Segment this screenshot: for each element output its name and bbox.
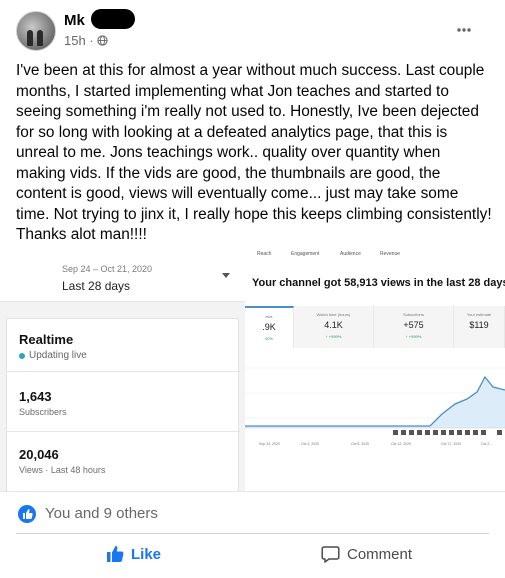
post-time[interactable]: 15h	[64, 33, 86, 48]
metric-subscribers: Subscribers +575 ↑ +999%	[374, 306, 454, 348]
video-marker	[417, 430, 422, 435]
globe-icon	[97, 35, 108, 46]
author-name[interactable]: Mk	[64, 12, 85, 29]
video-marker	[465, 430, 470, 435]
divider	[7, 371, 240, 372]
chart-date-label: Oct 2...	[481, 442, 492, 446]
analytics-right-pane: Reach Engagement Audience Revenue Your c…	[245, 244, 505, 491]
chart-area	[245, 377, 505, 428]
tab-reach: Reach	[257, 251, 272, 257]
video-marker	[481, 430, 486, 435]
realtime-title: Realtime	[19, 332, 74, 347]
video-marker	[409, 430, 414, 435]
divider	[7, 431, 240, 432]
date-selector: Sep 24 – Oct 21, 2020 Last 28 days	[0, 244, 245, 302]
thumbs-up-icon	[107, 546, 124, 562]
video-marker	[433, 430, 438, 435]
analytics-screenshot[interactable]: Sep 24 – Oct 21, 2020 Last 28 days Realt…	[0, 244, 505, 492]
comment-label: Comment	[347, 545, 413, 563]
like-reaction-icon	[18, 505, 36, 523]
live-dot-icon	[19, 353, 25, 359]
views-value: 20,046	[19, 447, 59, 462]
analytics-left-pane: Sep 24 – Oct 21, 2020 Last 28 days Realt…	[0, 244, 245, 491]
redaction-mark	[91, 9, 135, 29]
subscribers-label: Subscribers	[19, 407, 67, 417]
chart-date-label: Oct 12, 2020	[391, 442, 411, 446]
metric-label: Subscribers	[402, 312, 425, 317]
metric-label: ews	[265, 314, 273, 319]
post-text: I've been at this for almost a year with…	[16, 62, 492, 243]
metric-label: Your estimate	[466, 312, 492, 317]
tab-revenue: Revenue	[380, 251, 401, 257]
comment-icon	[321, 546, 340, 563]
more-horizontal-icon[interactable]	[456, 20, 472, 36]
video-marker	[473, 430, 478, 435]
comment-button[interactable]: Comment	[321, 534, 412, 574]
chart-date-label: Sep 24, 2020	[259, 442, 280, 446]
video-marker	[457, 430, 462, 435]
metric-delta: 00%	[264, 336, 273, 341]
caret-down-icon	[222, 273, 230, 278]
chart-date-label: Oct 17, 2020	[441, 442, 461, 446]
reactions-row[interactable]: You and 9 others	[0, 497, 505, 531]
video-marker	[449, 430, 454, 435]
subscribers-value: 1,643	[19, 389, 52, 404]
avatar-figure	[27, 30, 33, 46]
metric-delta: ↑ +999%	[405, 334, 422, 339]
metric-watch-time: Watch time (hours) 4.1K ↑ +999%	[294, 306, 374, 348]
metrics-row: ews .9K 00% Watch time (hours) 4.1K ↑ +9…	[245, 306, 505, 348]
metric-value: $119	[469, 320, 489, 330]
tab-engagement: Engagement	[291, 251, 320, 257]
date-range: Sep 24 – Oct 21, 2020	[62, 264, 153, 274]
metric-value: +575	[403, 320, 424, 330]
video-markers	[393, 430, 502, 435]
like-button[interactable]: Like	[106, 534, 161, 574]
metric-value: 4.1K	[324, 320, 343, 330]
views-line-chart: Sep 24, 2020 Oct 3, 2020 Oct 8, 2020 Oct…	[245, 367, 505, 446]
metric-views: ews .9K 00%	[245, 306, 294, 348]
video-marker	[393, 430, 398, 435]
metric-value: .9K	[262, 322, 276, 332]
metric-revenue: Your estimate $119	[454, 306, 505, 348]
metric-delta: ↑ +999%	[325, 334, 342, 339]
video-marker	[441, 430, 446, 435]
views-label: Views · Last 48 hours	[19, 465, 106, 475]
realtime-status: Updating live	[29, 350, 87, 361]
channel-headline: Your channel got 58,913 views in the las…	[252, 277, 505, 289]
divider	[16, 533, 489, 534]
video-marker	[401, 430, 406, 435]
reactions-count[interactable]: You and 9 others	[45, 505, 158, 522]
date-label: Last 28 days	[62, 279, 131, 293]
tab-audience: Audience	[340, 251, 361, 257]
post-meta: 15h ·	[64, 33, 108, 48]
meta-separator: ·	[89, 33, 98, 48]
realtime-card: Realtime Updating live 1,643 Subscribers…	[6, 318, 240, 491]
like-label: Like	[131, 545, 162, 563]
video-marker	[425, 430, 430, 435]
avatar-figure	[37, 30, 43, 46]
chart-date-label: Oct 3, 2020	[301, 442, 319, 446]
metric-label: Watch time (hours)	[316, 312, 351, 317]
chart-date-label: Oct 8, 2020	[351, 442, 369, 446]
avatar[interactable]	[16, 11, 56, 51]
facebook-post: Mk 15h · I've been at this for almost a …	[0, 0, 505, 578]
video-marker	[497, 430, 502, 435]
